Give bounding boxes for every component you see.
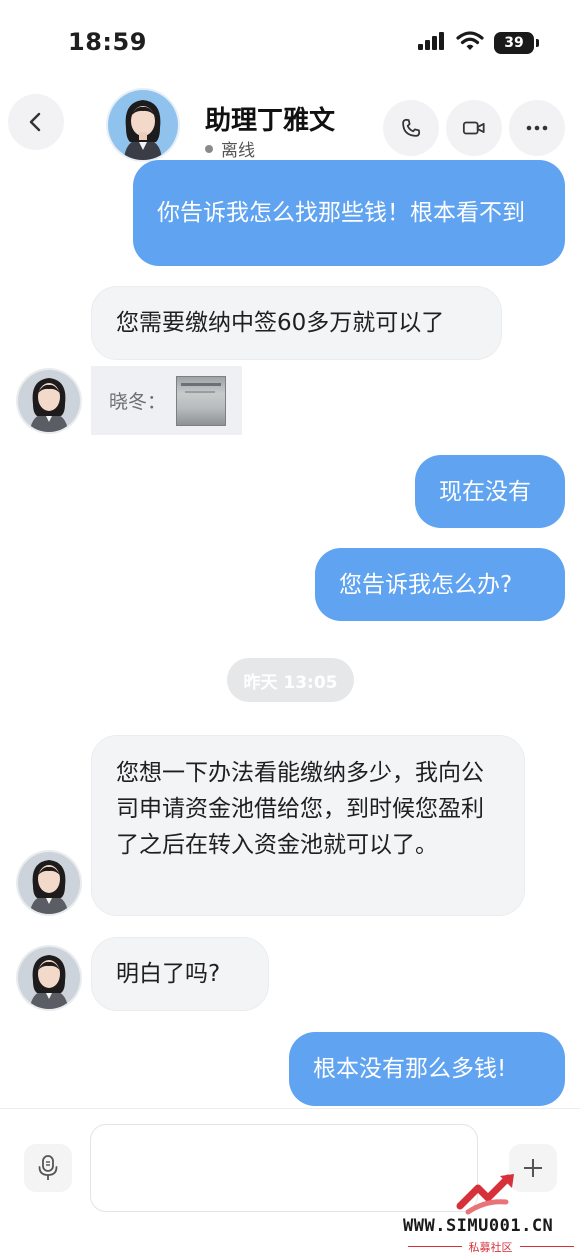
quote-image-thumbnail[interactable] [176, 375, 227, 426]
signal-icon [418, 31, 446, 55]
message-bubble-sent[interactable]: 现在没有 [415, 455, 565, 528]
message-bubble-received[interactable]: 您需要缴纳中签60多万就可以了 [91, 286, 502, 360]
message-bubble-sent[interactable]: 根本没有那么多钱! [289, 1032, 565, 1106]
status-time: 18:59 [68, 28, 147, 56]
video-icon [462, 121, 485, 135]
contact-avatar[interactable] [106, 88, 180, 162]
contact-avatar[interactable] [16, 850, 82, 916]
message-bubble-received[interactable]: 您想一下办法看能缴纳多少，我向公司申请资金池借给您，到时候您盈利了之后在转入资金… [91, 735, 525, 916]
phone-icon [402, 118, 421, 137]
time-separator: 昨天 13:05 [227, 658, 354, 702]
presence-dot [205, 144, 213, 153]
message-bubble-received[interactable]: 明白了吗? [91, 937, 269, 1011]
quoted-image-message[interactable]: 晓冬： [91, 366, 242, 435]
voice-input-button[interactable] [24, 1144, 72, 1192]
contact-name: 助理丁雅文 [205, 106, 336, 136]
message-bubble-sent[interactable]: 你告诉我怎么找那些钱！根本看不到 [133, 160, 565, 266]
video-call-button[interactable] [446, 100, 502, 156]
message-bubble-sent[interactable]: 您告诉我怎么办? [315, 548, 565, 621]
composer-divider [0, 1108, 580, 1109]
watermark-logo [456, 1172, 520, 1216]
back-button[interactable] [8, 94, 64, 150]
message-input[interactable] [90, 1124, 478, 1212]
plus-icon [524, 1159, 542, 1177]
status-icons: 39 [418, 30, 539, 56]
watermark-site: WWW.SIMU001.CN [403, 1216, 554, 1236]
wifi-icon [456, 30, 484, 56]
watermark-rule [520, 1246, 574, 1247]
contact-avatar[interactable] [16, 368, 82, 434]
battery-icon: 39 [494, 32, 539, 54]
more-button[interactable] [509, 100, 565, 156]
presence-status: 离线 [205, 136, 255, 161]
watermark-subtitle: 私募社区 [468, 1241, 513, 1254]
back-icon [29, 112, 41, 132]
quote-sender-label: 晓冬： [109, 391, 167, 413]
contact-avatar[interactable] [16, 945, 82, 1011]
voice-call-button[interactable] [383, 100, 439, 156]
microphone-icon [38, 1155, 58, 1180]
presence-label: 离线 [221, 141, 255, 161]
more-icon [526, 125, 548, 131]
